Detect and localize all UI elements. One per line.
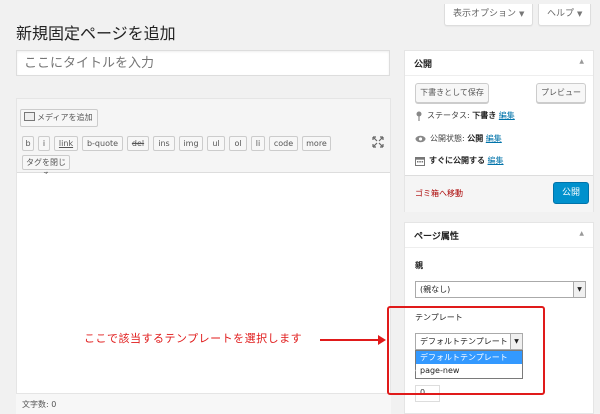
parent-select-value: (親なし) — [420, 285, 451, 294]
page-attributes-title: ページ属性 — [405, 223, 593, 248]
fullscreen-icon[interactable] — [372, 136, 384, 148]
text-area[interactable] — [17, 174, 390, 393]
quicktag-i[interactable]: i — [38, 136, 50, 151]
preview-button[interactable]: プレビュー — [536, 83, 586, 103]
save-draft-button[interactable]: 下書きとして保存 — [415, 83, 489, 103]
close-tags-button[interactable]: タグを閉じる — [22, 155, 70, 180]
status-value: 下書き — [472, 111, 497, 120]
publish-box-title: 公開 — [405, 51, 593, 76]
quicktag-more[interactable]: more — [302, 136, 331, 151]
quicktag-ol[interactable]: ol — [229, 136, 247, 151]
quicktag-li[interactable]: li — [251, 136, 265, 151]
edit-status-link[interactable]: 編集 — [499, 111, 515, 120]
quicktag-ins[interactable]: ins — [153, 136, 175, 151]
caret-up-icon[interactable]: ▲ — [579, 230, 584, 237]
visibility-row: 公開状態: 公開 編集 — [415, 133, 502, 144]
edit-visibility-link[interactable]: 編集 — [486, 134, 502, 143]
quicktag-ul[interactable]: ul — [207, 136, 225, 151]
status-label: ステータス: — [427, 111, 470, 120]
quicktag-img[interactable]: img — [179, 136, 203, 151]
page-title: 新規固定ページを追加 — [16, 24, 176, 43]
parent-select[interactable]: (親なし) ▼ — [415, 281, 586, 298]
caret-up-icon[interactable]: ▲ — [579, 58, 584, 65]
chevron-down-icon: ▼ — [573, 282, 585, 297]
schedule-label: すぐに公開する — [429, 156, 485, 165]
edit-schedule-link[interactable]: 編集 — [488, 156, 504, 165]
annotation-highlight-box — [387, 306, 545, 395]
chevron-down-icon: ▼ — [577, 10, 583, 18]
eye-icon — [415, 135, 426, 142]
editor: メディアを追加 b i link b-quote del ins img ul … — [16, 98, 391, 414]
publish-actions: ゴミ箱へ移動 公開 — [405, 175, 593, 212]
calendar-icon — [415, 156, 425, 166]
annotation-arrow-line — [320, 339, 380, 341]
editor-footer: 文字数: 0 — [16, 393, 391, 414]
screen-options-button[interactable]: 表示オプション ▼ — [444, 4, 534, 26]
annotation-note: ここで該当するテンプレートを選択します — [84, 332, 303, 345]
help-label: ヘルプ — [547, 9, 575, 19]
add-media-label: メディアを追加 — [37, 113, 93, 122]
word-count: 文字数: 0 — [22, 400, 57, 409]
quicktag-b[interactable]: b — [22, 136, 34, 151]
visibility-label: 公開状態: — [430, 134, 465, 143]
publish-button[interactable]: 公開 — [553, 182, 589, 204]
help-button[interactable]: ヘルプ ▼ — [538, 4, 592, 26]
quicktags-toolbar: b i link b-quote del ins img ul ol li co… — [17, 133, 390, 180]
screen-options-label: 表示オプション — [453, 9, 517, 19]
visibility-value: 公開 — [467, 134, 484, 143]
status-row: ステータス: 下書き 編集 — [415, 110, 515, 121]
quicktag-link[interactable]: link — [54, 136, 78, 151]
media-icon — [24, 112, 35, 121]
quicktag-bquote[interactable]: b-quote — [82, 136, 123, 151]
annotation-arrow-head — [378, 335, 386, 345]
publish-box: 公開 ▲ 下書きとして保存 プレビュー ステータス: 下書き 編集 公開状態: … — [404, 50, 594, 212]
add-media-button[interactable]: メディアを追加 — [20, 109, 99, 127]
trash-link[interactable]: ゴミ箱へ移動 — [415, 188, 463, 199]
parent-label: 親 — [415, 261, 423, 270]
chevron-down-icon: ▼ — [519, 10, 525, 18]
title-input[interactable] — [16, 50, 390, 76]
schedule-row: すぐに公開する 編集 — [415, 155, 504, 166]
quicktag-del[interactable]: del — [127, 136, 149, 151]
quicktag-code[interactable]: code — [269, 136, 298, 151]
pin-icon — [416, 111, 422, 121]
